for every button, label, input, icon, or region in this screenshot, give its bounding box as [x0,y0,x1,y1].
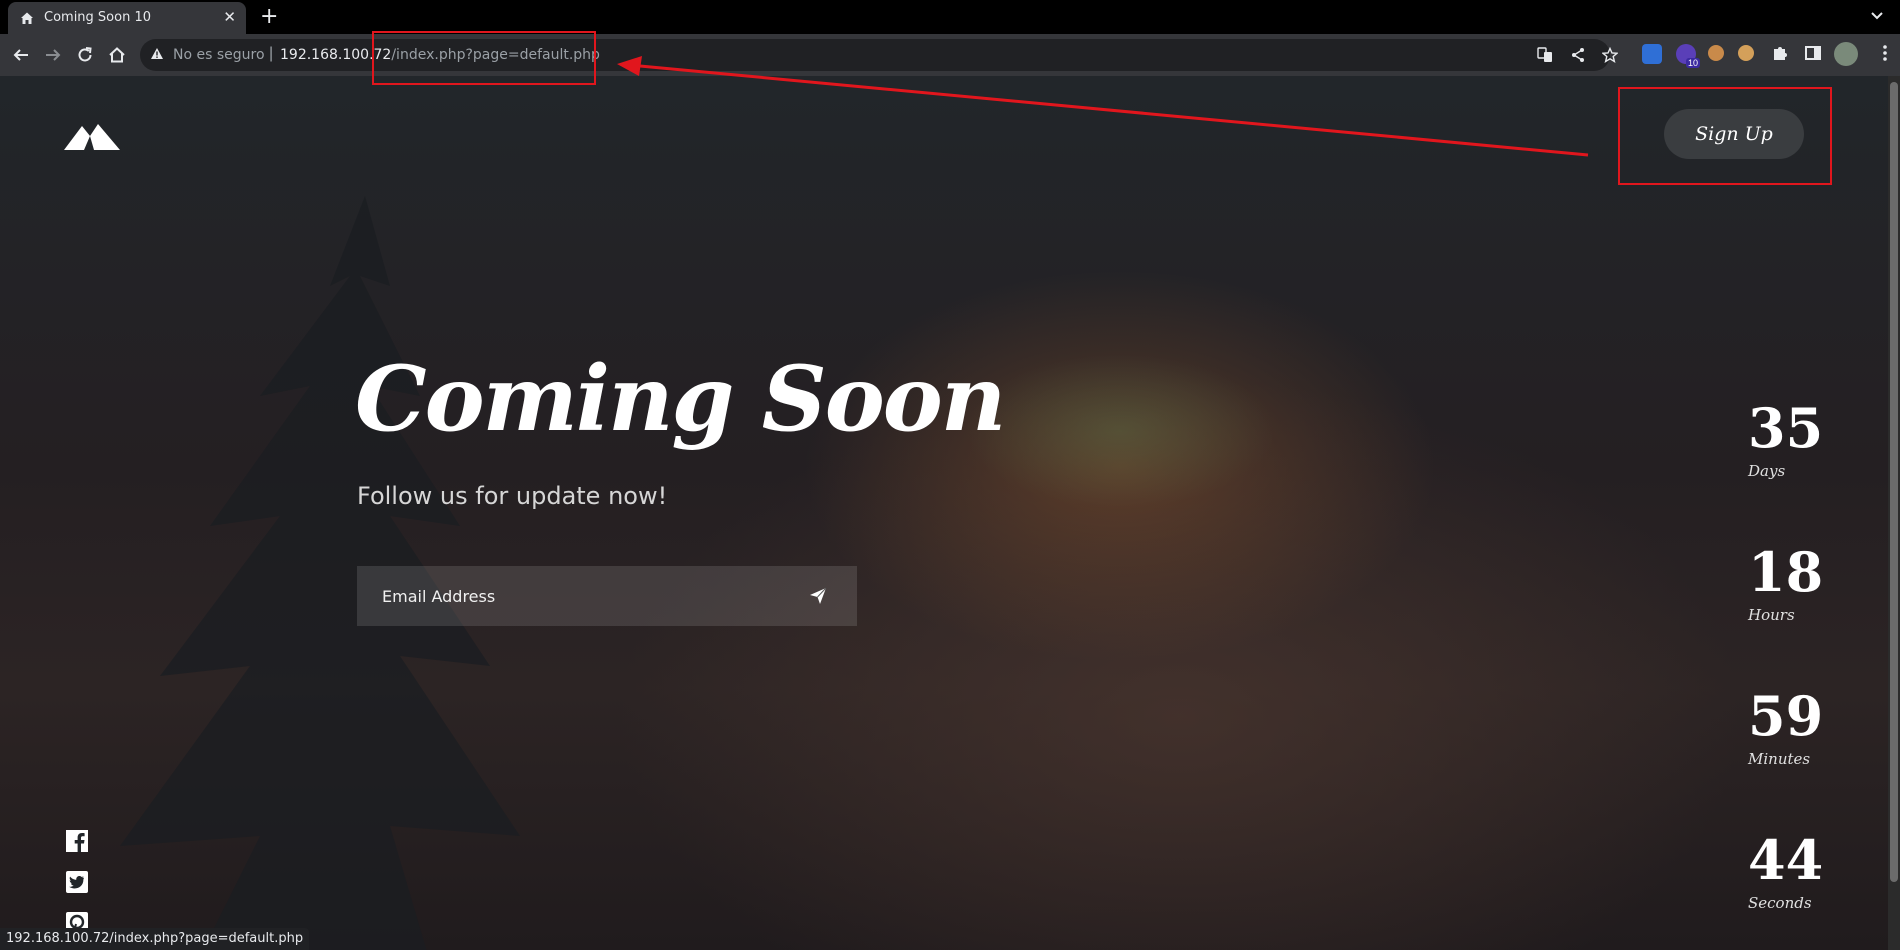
annotation-arrow [617,56,1589,157]
